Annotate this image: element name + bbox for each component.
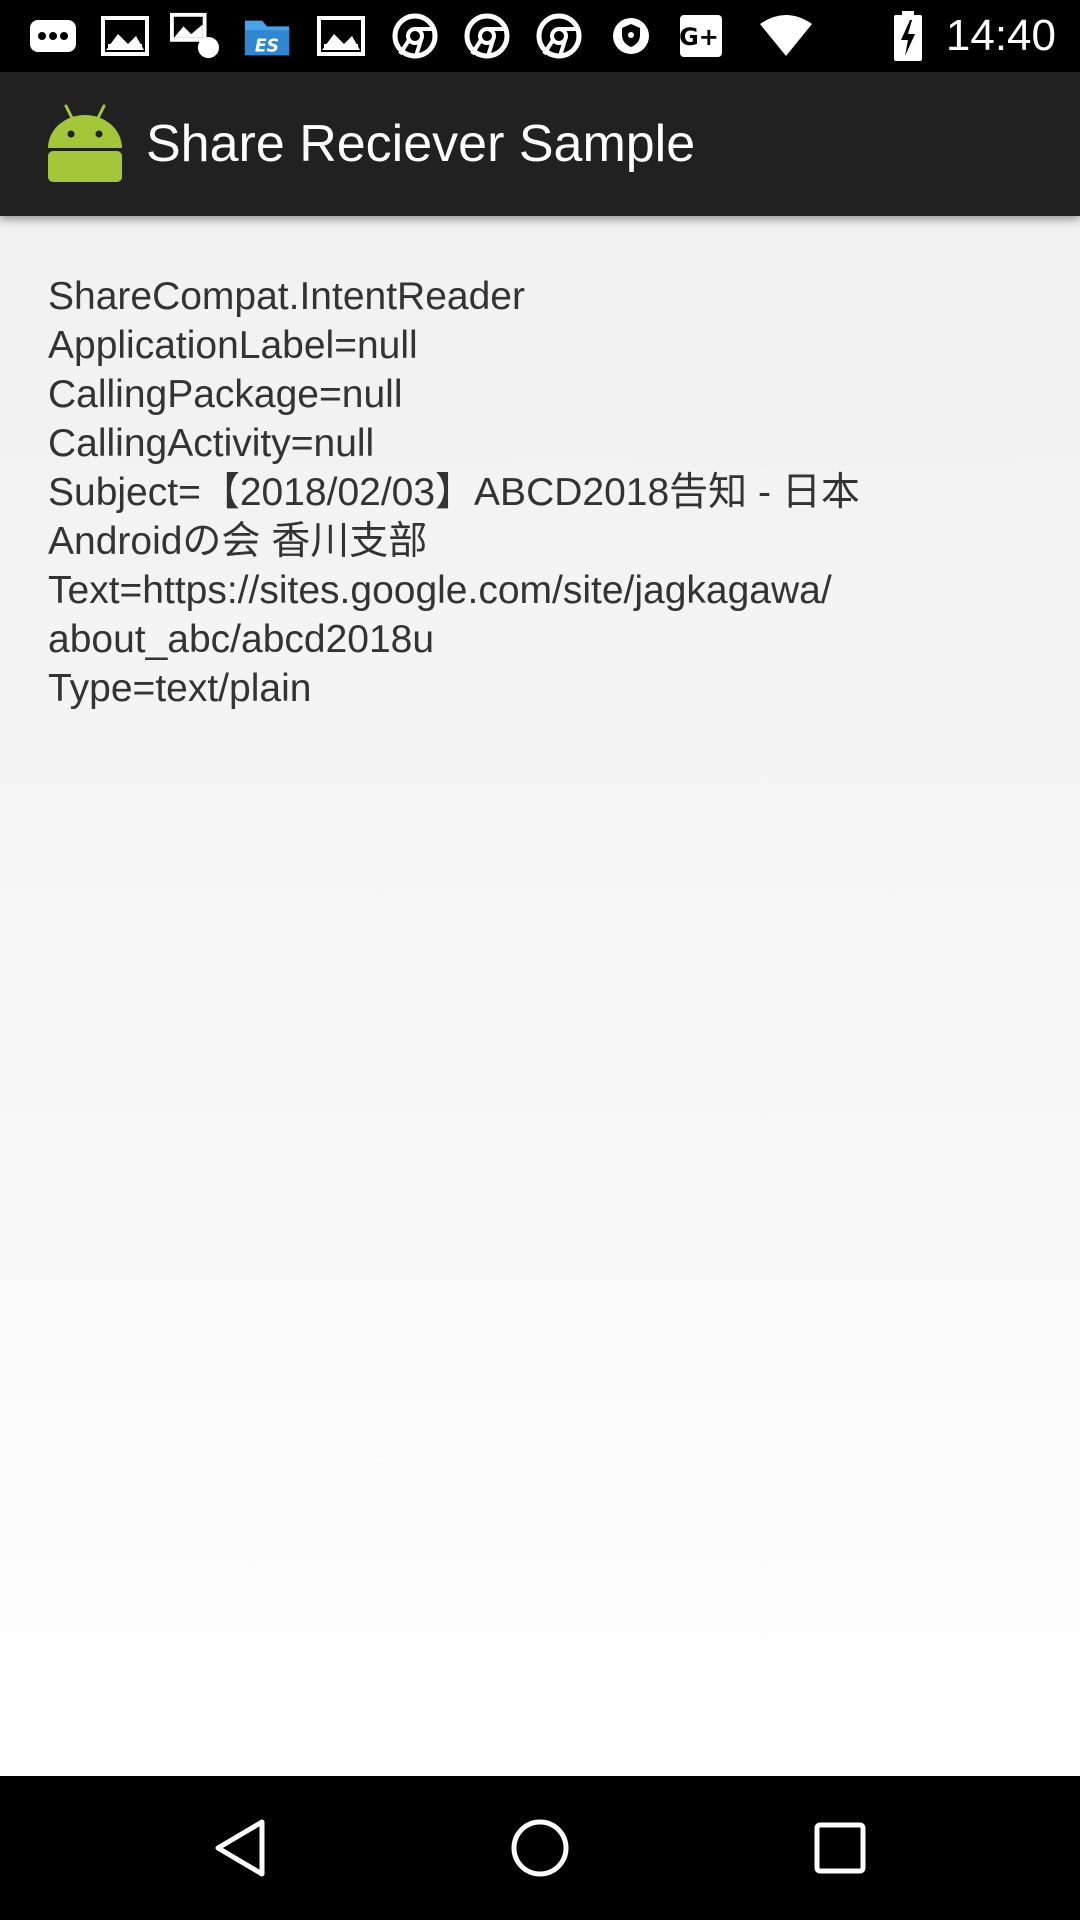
chrome-icon	[534, 12, 584, 60]
info-line: ApplicationLabel=null	[48, 324, 418, 367]
back-icon[interactable]	[204, 1812, 276, 1884]
status-bar-clock: 14:40	[945, 11, 1056, 60]
info-line: Type=text/plain	[48, 667, 312, 710]
image-icon	[170, 12, 220, 60]
file-manager-icon: ES	[242, 12, 292, 60]
intent-info-text: ShareCompat.IntentReader ApplicationLabe…	[48, 272, 948, 713]
info-line: ShareCompat.IntentReader	[48, 275, 525, 318]
chrome-icon	[390, 12, 440, 60]
home-icon[interactable]	[504, 1812, 576, 1884]
android-icon	[44, 102, 126, 184]
wifi-icon	[756, 12, 816, 60]
recents-icon[interactable]	[804, 1812, 876, 1884]
status-bar: ES G+ 14:40	[0, 0, 1080, 72]
app-bar: Share Reciever Sample	[0, 72, 1080, 216]
app-title: Share Reciever Sample	[146, 115, 696, 173]
image-icon	[316, 12, 366, 60]
content-area: ShareCompat.IntentReader ApplicationLabe…	[0, 216, 1080, 1776]
image-icon	[100, 12, 150, 60]
battery-charging-icon	[890, 11, 926, 61]
info-line: Subject=【2018/02/03】ABCD2018告知 - 日本	[48, 471, 860, 514]
svg-text:ES: ES	[255, 36, 279, 56]
info-line: about_abc/abcd2018u	[48, 618, 435, 661]
more-notifications-icon	[28, 12, 78, 60]
navigation-bar	[0, 1776, 1080, 1920]
info-line: Text=https://sites.google.com/site/jagka…	[48, 569, 832, 612]
info-line: Androidの会 香川支部	[48, 520, 428, 563]
chrome-icon	[462, 12, 512, 60]
info-line: CallingActivity=null	[48, 422, 375, 465]
shield-icon	[606, 12, 656, 60]
google-plus-icon: G+	[676, 12, 726, 60]
info-line: CallingPackage=null	[48, 373, 403, 416]
svg-text:G+: G+	[679, 23, 719, 51]
